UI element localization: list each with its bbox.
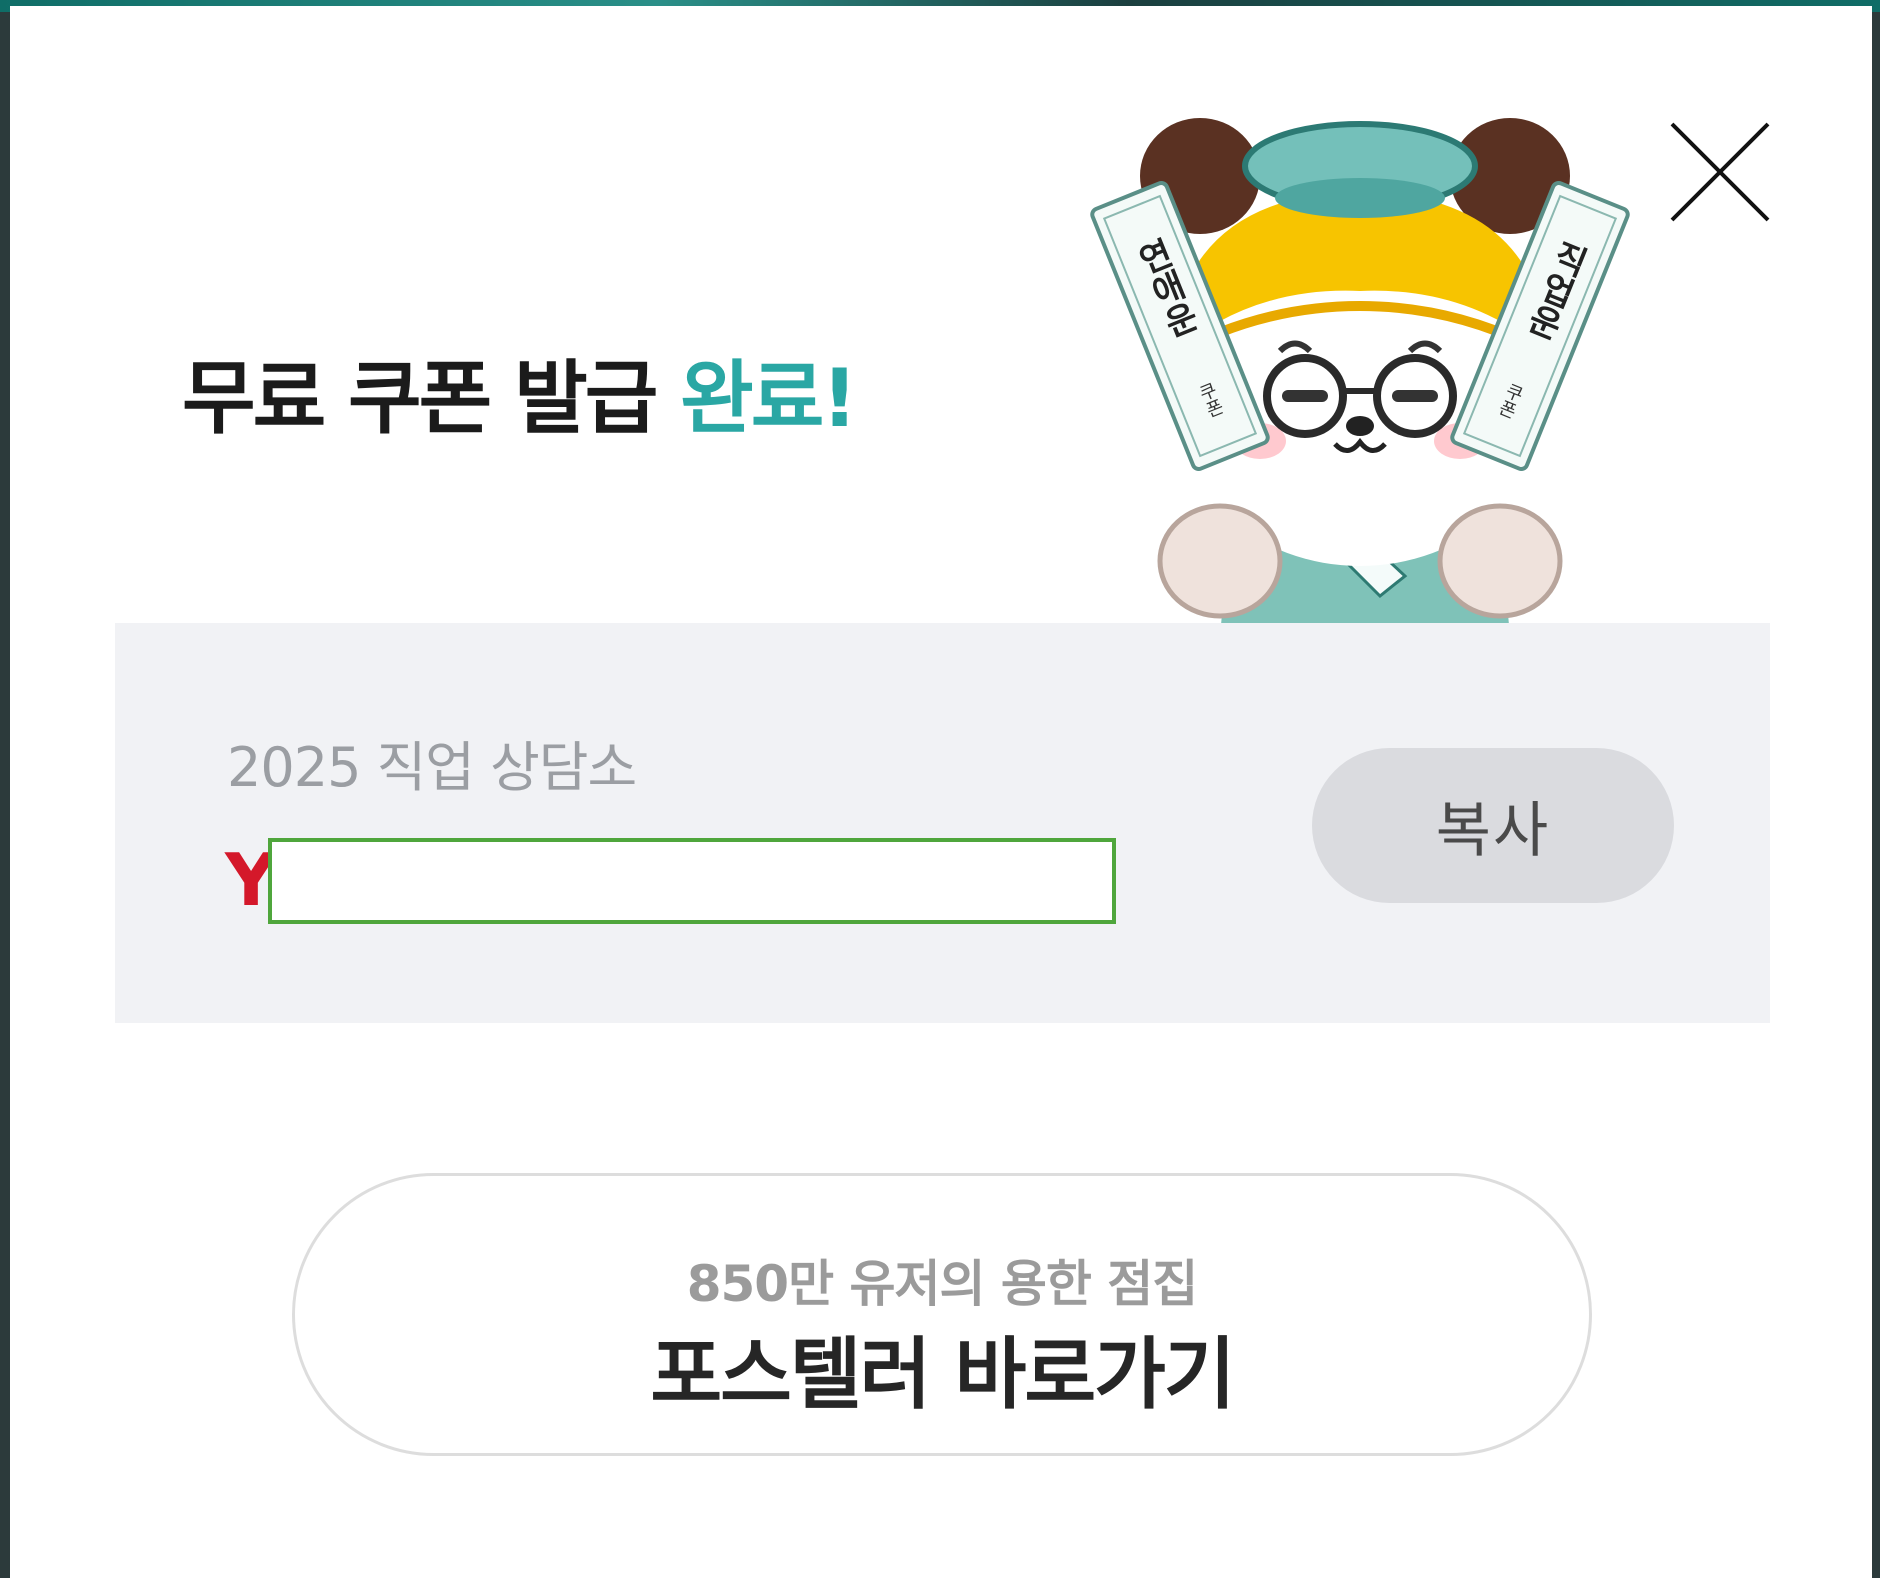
- modal-title: 무료 쿠폰 발급 완료!: [182, 334, 858, 450]
- cta-subtitle: 850만 유저의 용한 점집: [686, 1255, 1199, 1313]
- coupon-issued-modal: 무료 쿠폰 발급 완료! 연애운 쿠폰 직업운 쿠폰 2025 직업 상담소 Y…: [10, 6, 1872, 1578]
- coupon-code-redacted-box: [268, 838, 1116, 924]
- title-main: 무료 쿠폰 발급: [182, 352, 658, 445]
- coupon-name: 2025 직업 상담소: [227, 736, 637, 799]
- close-button[interactable]: [1660, 112, 1780, 232]
- coupon-card: 2025 직업 상담소 Y 복사: [115, 623, 1770, 1023]
- title-accent: 완료!: [680, 352, 858, 445]
- cta-label: 포스텔러 바로가기: [650, 1330, 1235, 1420]
- close-icon: [1670, 122, 1770, 222]
- mascot-character-illustration: 연애운 쿠폰 직업운 쿠폰: [1090, 118, 1630, 636]
- copy-button[interactable]: 복사: [1312, 748, 1674, 903]
- go-to-postellar-button[interactable]: 850만 유저의 용한 점집 포스텔러 바로가기: [292, 1173, 1592, 1456]
